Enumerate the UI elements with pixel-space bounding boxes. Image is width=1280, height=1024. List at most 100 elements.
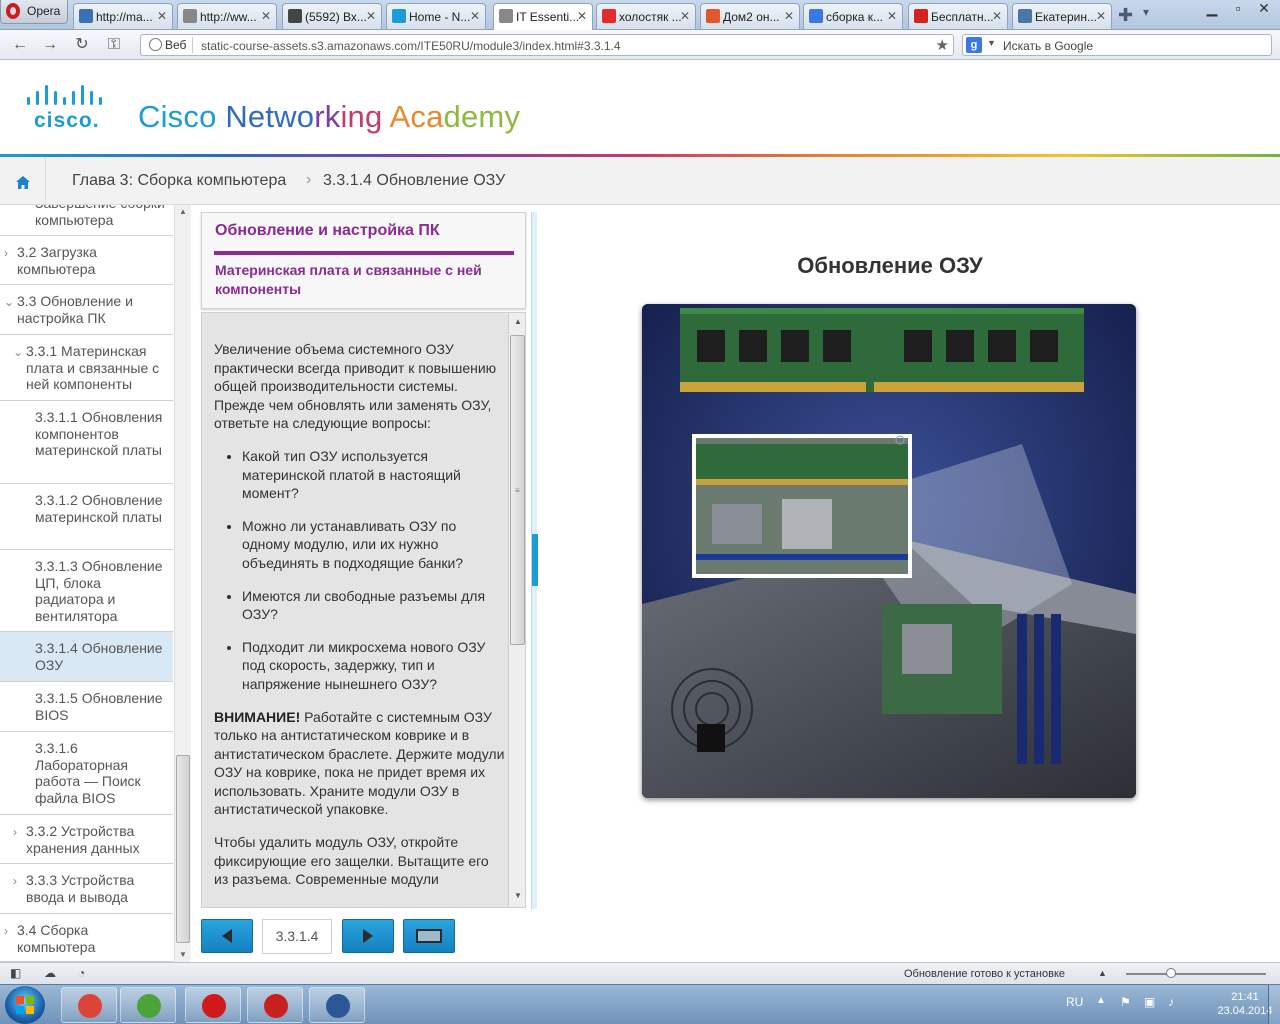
close-tab-icon[interactable]: ✕ [366, 9, 376, 23]
taskbar-word-button[interactable] [309, 987, 365, 1023]
sidebar-item[interactable]: › 3.3.3 Устройства ввода и вывода [0, 864, 173, 914]
chevron-down-icon[interactable]: ⌄ [13, 344, 23, 361]
start-button[interactable] [5, 986, 45, 1024]
course-nav: Завершение сборки компьютера › 3.2 Загрузк… [0, 205, 174, 962]
action-center-icon[interactable]: ⚑ [1120, 995, 1131, 1009]
volume-icon[interactable]: ♪ [1168, 995, 1174, 1009]
close-tab-icon[interactable]: ✕ [157, 9, 167, 23]
taskbar-opera-button[interactable] [185, 987, 241, 1023]
forward-icon[interactable]: → [40, 35, 60, 55]
academy-title[interactable]: Cisco Networking Academy [138, 99, 520, 135]
browser-tab-label: Екатерин... [1035, 10, 1097, 24]
zoom-slider-knob[interactable] [1166, 968, 1176, 978]
search-box[interactable]: g ▼ Искать в Google [962, 34, 1272, 56]
close-tab-icon[interactable]: ✕ [470, 9, 480, 23]
speed-dial-icon[interactable]: ◔ [78, 966, 85, 980]
minimize-icon[interactable]: ▁ [1198, 0, 1226, 20]
home-button[interactable] [0, 157, 46, 205]
web-badge[interactable]: Веб [145, 37, 194, 53]
close-tab-icon[interactable]: ✕ [887, 9, 897, 23]
key-icon[interactable]: ⚿ [104, 35, 124, 55]
breadcrumb-chapter[interactable]: Глава 3: Сборка компьютера [72, 172, 286, 190]
divider-handle[interactable] [532, 534, 538, 586]
search-placeholder[interactable]: Искать в Google [1003, 39, 1093, 53]
browser-tab[interactable]: http://ww... ✕ [177, 3, 277, 29]
close-tab-icon[interactable]: ✕ [577, 9, 587, 23]
browser-tab[interactable]: IT Essenti... ✕ [493, 3, 593, 30]
taskbar-utorrent-button[interactable] [120, 987, 176, 1023]
close-tab-icon[interactable]: ✕ [992, 9, 1002, 23]
show-desktop-button[interactable] [1268, 985, 1280, 1024]
browser-tab[interactable]: (5592) Вх... ✕ [282, 3, 382, 29]
back-icon[interactable]: ← [10, 35, 30, 55]
next-page-button[interactable] [342, 919, 394, 953]
close-tab-icon[interactable]: ✕ [1096, 9, 1106, 23]
sidebar-item-label: 3.3.1 Материнская плата и связанные с не… [26, 343, 160, 392]
nav-scrollbar[interactable]: ▲ ▼ [174, 205, 191, 962]
update-expand-icon[interactable]: ▲ [1098, 968, 1107, 978]
tab-list-chevron-icon[interactable]: ▾ [1143, 5, 1149, 19]
sidebar-item[interactable]: 3.3.1.6 Лабораторная работа — Поиск файл… [0, 732, 173, 815]
close-tab-icon[interactable]: ✕ [784, 9, 794, 23]
tray-expand-icon[interactable]: ▲ [1096, 995, 1106, 1006]
zoom-slider[interactable] [1126, 973, 1266, 975]
nav-scroll-thumb[interactable] [176, 755, 190, 943]
fullscreen-button[interactable] [403, 919, 455, 953]
vk-icon [1018, 9, 1032, 23]
sidebar-item-label: 3.3.1.4 Обновление ОЗУ [35, 640, 163, 673]
sidebar-item[interactable]: ⌄ 3.3 Обновление и настройка ПК [0, 285, 173, 335]
sidebar-item[interactable]: ⌄ 3.3.1 Материнская плата и связанные с н… [0, 335, 173, 401]
scroll-up-icon[interactable]: ▲ [179, 207, 187, 216]
chevron-right-icon[interactable]: › [13, 873, 17, 890]
panel-toggle-icon[interactable]: ◧ [10, 966, 21, 980]
browser-tab[interactable]: Бесплатн... ✕ [908, 3, 1008, 29]
browser-tab[interactable]: Home - N... ✕ [386, 3, 486, 29]
opera-menu-button[interactable]: Opera [0, 0, 68, 24]
chevron-right-icon[interactable]: › [4, 245, 8, 262]
sidebar-item[interactable]: 3.3.1.5 Обновление BIOS [0, 682, 173, 732]
bookmark-star-icon[interactable]: ★ [936, 36, 949, 54]
sidebar-item[interactable]: Завершение сборки компьютера [0, 205, 173, 236]
search-engine-dropdown-icon[interactable]: ▼ [987, 38, 996, 48]
language-indicator[interactable]: RU [1066, 995, 1083, 1009]
cloud-icon[interactable]: ☁ [44, 966, 56, 980]
update-status-text[interactable]: Обновление готово к установке [904, 968, 1065, 980]
close-tab-icon[interactable]: ✕ [261, 9, 271, 23]
sidebar-item[interactable]: 3.3.1.2 Обновление материнской платы [0, 484, 173, 550]
sidebar-item[interactable]: › 3.2 Загрузка компьютера [0, 236, 173, 285]
sidebar-item[interactable]: 3.3.1.3 Обновление ЦП, блока радиатора и… [0, 550, 173, 632]
taskbar-acrobat-button[interactable] [247, 987, 303, 1023]
chevron-right-icon[interactable]: › [4, 923, 8, 940]
text-scroll-thumb[interactable]: ≡ [510, 335, 525, 645]
scroll-down-icon[interactable]: ▼ [179, 950, 187, 959]
scroll-up-icon[interactable]: ▲ [514, 317, 522, 326]
browser-tab[interactable]: холостяк ... ✕ [596, 3, 696, 29]
reload-icon[interactable]: ↻ [72, 35, 92, 55]
url-text[interactable]: static-course-assets.s3.amazonaws.com/IT… [201, 39, 621, 53]
chevron-down-icon[interactable]: ⌄ [4, 294, 14, 311]
new-tab-icon[interactable]: ✚ [1118, 5, 1133, 26]
sidebar-item[interactable]: › 3.4 Сборка компьютера [0, 914, 173, 962]
browser-tab[interactable]: http://ma... ✕ [73, 3, 173, 29]
taskbar-chrome-button[interactable] [61, 987, 117, 1023]
browser-tab[interactable]: сборка к... ✕ [803, 3, 903, 29]
maximize-icon[interactable]: ▫ [1224, 0, 1252, 20]
sidebar-item[interactable]: 3.3.1.4 Обновление ОЗУ [0, 632, 173, 682]
previous-page-button[interactable] [201, 919, 253, 953]
browser-tab[interactable]: Дом2 он... ✕ [700, 3, 800, 29]
sidebar-item[interactable]: 3.3.1.1 Обновления компонентов материнск… [0, 401, 173, 484]
ram-upgrade-illustration[interactable] [642, 304, 1136, 798]
sidebar-item[interactable]: › 3.3.2 Устройства хранения данных [0, 815, 173, 864]
browser-tab[interactable]: Екатерин... ✕ [1012, 3, 1112, 29]
sidebar-item-label: 3.2 Загрузка компьютера [17, 244, 97, 277]
scroll-down-icon[interactable]: ▼ [514, 891, 522, 900]
chevron-right-icon[interactable]: › [13, 824, 17, 841]
text-scrollbar[interactable]: ▲ ≡ ▼ [508, 313, 525, 907]
close-tab-icon[interactable]: ✕ [680, 9, 690, 23]
address-bar[interactable]: Веб static-course-assets.s3.amazonaws.co… [140, 34, 954, 56]
panel-divider[interactable] [531, 212, 538, 909]
close-window-icon[interactable]: ✕ [1250, 0, 1278, 20]
network-icon[interactable]: ▣ [1144, 995, 1155, 1009]
grip-icon: ≡ [515, 486, 520, 495]
page-number[interactable]: 3.3.1.4 [262, 919, 332, 954]
